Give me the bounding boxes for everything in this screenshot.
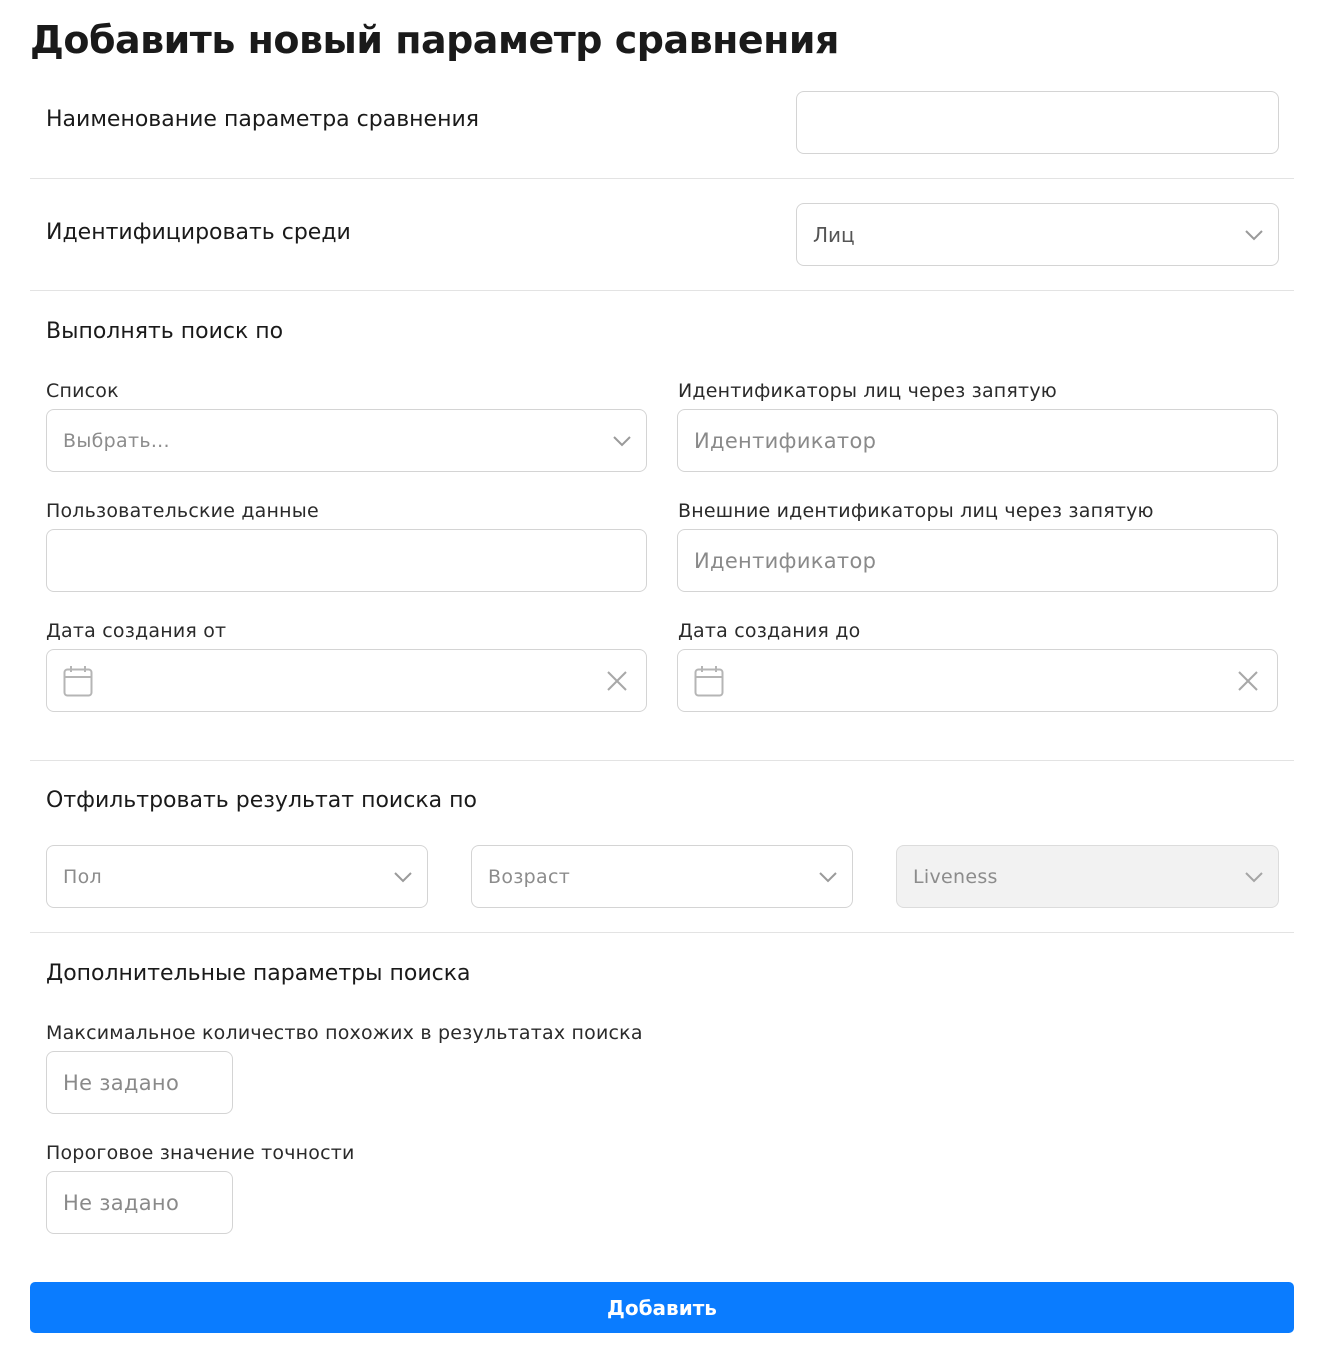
user-data-input[interactable] (46, 529, 647, 592)
gender-placeholder: Пол (63, 865, 102, 888)
threshold-label: Пороговое значение точности (46, 1142, 355, 1164)
list-label: Список (46, 380, 119, 402)
external-ids-input[interactable]: Идентификатор (677, 529, 1278, 592)
user-data-label: Пользовательские данные (46, 500, 319, 522)
threshold-placeholder: Не задано (63, 1190, 180, 1215)
face-ids-input[interactable]: Идентификатор (677, 409, 1278, 472)
divider (30, 290, 1294, 291)
gender-select[interactable]: Пол (46, 845, 428, 908)
chevron-down-icon (819, 871, 837, 882)
chevron-down-icon (1245, 871, 1263, 882)
divider (30, 932, 1294, 933)
add-button[interactable]: Добавить (30, 1282, 1294, 1333)
list-select-placeholder: Выбрать... (63, 429, 170, 452)
liveness-placeholder: Liveness (913, 865, 998, 888)
face-ids-placeholder: Идентификатор (694, 428, 877, 453)
external-ids-placeholder: Идентификатор (694, 548, 877, 573)
liveness-select: Liveness (896, 845, 1279, 908)
date-to-label: Дата создания до (678, 620, 861, 642)
name-label: Наименование параметра сравнения (46, 107, 479, 132)
face-ids-label: Идентификаторы лиц через запятую (678, 380, 1057, 402)
page-title: Добавить новый параметр сравнения (30, 18, 839, 62)
identify-select[interactable]: Лиц (796, 203, 1279, 266)
external-ids-label: Внешние идентификаторы лиц через запятую (678, 500, 1154, 522)
divider (30, 178, 1294, 179)
calendar-icon (63, 665, 93, 696)
identify-select-value: Лиц (813, 222, 855, 247)
threshold-input[interactable]: Не задано (46, 1171, 233, 1234)
extra-section-title: Дополнительные параметры поиска (46, 961, 471, 986)
search-section-title: Выполнять поиск по (46, 319, 284, 344)
max-similar-input[interactable]: Не задано (46, 1051, 233, 1114)
name-input[interactable] (796, 91, 1279, 154)
calendar-icon (694, 665, 724, 696)
date-from-picker[interactable] (46, 649, 647, 712)
date-to-picker[interactable] (677, 649, 1278, 712)
chevron-down-icon (613, 435, 631, 446)
age-placeholder: Возраст (488, 865, 571, 888)
list-select[interactable]: Выбрать... (46, 409, 647, 472)
filter-section-title: Отфильтровать результат поиска по (46, 788, 477, 813)
max-similar-label: Максимальное количество похожих в резуль… (46, 1022, 643, 1044)
chevron-down-icon (394, 871, 412, 882)
date-from-label: Дата создания от (46, 620, 227, 642)
chevron-down-icon (1245, 229, 1263, 240)
max-similar-placeholder: Не задано (63, 1070, 180, 1095)
divider (30, 760, 1294, 761)
close-icon[interactable] (1237, 670, 1259, 692)
close-icon[interactable] (606, 670, 628, 692)
identify-label: Идентифицировать среди (46, 220, 351, 245)
age-select[interactable]: Возраст (471, 845, 853, 908)
